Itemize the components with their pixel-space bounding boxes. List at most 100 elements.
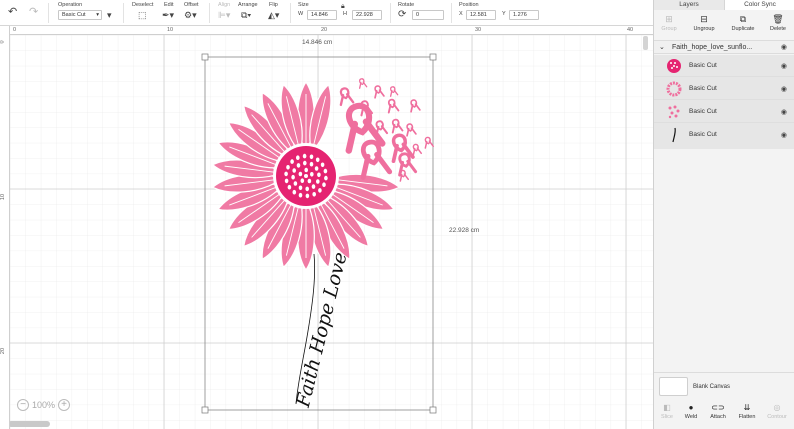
seed-dot <box>298 185 303 191</box>
ruler-label: 30 <box>475 27 482 33</box>
ruler-label: 10 <box>0 193 7 201</box>
position-label: Position <box>459 2 479 8</box>
seed-dot <box>315 157 320 163</box>
layers-panel: Layers Color Sync ⊞ Group ⊟ Ungroup ⧉ Du… <box>653 0 794 429</box>
chevron-down-icon: ▾ <box>96 12 99 18</box>
layer-thumbnail-text <box>672 127 676 143</box>
redo-icon[interactable]: ↷ <box>29 7 38 18</box>
delete-icon: 🗑︎ <box>772 14 784 24</box>
seed-dot <box>314 166 319 171</box>
position-y-input[interactable]: 1.276 <box>509 10 539 20</box>
chevron-down-icon[interactable]: ⌄ <box>659 43 665 51</box>
eye-icon[interactable]: ◉ <box>781 108 787 116</box>
seed-dot <box>290 159 294 164</box>
resize-handle-top-left[interactable] <box>201 53 209 61</box>
ruler-label: 0 <box>13 27 17 33</box>
delete-button[interactable]: 🗑︎ Delete <box>763 14 793 32</box>
operation-label: Operation <box>58 2 83 8</box>
x-prefix: X <box>459 11 463 17</box>
eye-icon[interactable]: ◉ <box>781 43 787 51</box>
attach-button[interactable]: ⊂⊃ Attach <box>705 403 731 420</box>
height-input[interactable]: 22.928 <box>352 10 382 20</box>
seed-dot <box>324 175 328 181</box>
eye-icon[interactable]: ◉ <box>781 131 787 139</box>
height-prefix: H <box>343 11 347 17</box>
resize-handle-bottom-left[interactable] <box>201 406 209 414</box>
seed-dot <box>318 188 322 193</box>
canvas-svg <box>10 35 653 429</box>
layer-thumbnail-petals <box>666 81 682 97</box>
seed-dot <box>320 162 325 168</box>
operation-select[interactable]: Basic Cut ▾ <box>58 10 102 20</box>
width-input[interactable]: 14.846 <box>307 10 337 20</box>
offset-icon[interactable]: ⚙▾ <box>184 11 197 20</box>
seed-dot <box>293 181 298 186</box>
eye-icon[interactable]: ◉ <box>781 62 787 70</box>
ungroup-button[interactable]: ⊟ Ungroup <box>689 14 719 32</box>
layer-group-header[interactable]: ⌄ Faith_hope_love_sunflo... ◉ <box>654 40 794 54</box>
seed-dot <box>292 168 297 173</box>
seed-dot <box>286 165 290 170</box>
seed-dot <box>284 171 288 177</box>
zoom-in-icon[interactable]: + <box>58 399 71 411</box>
tab-layers[interactable]: Layers <box>654 0 724 10</box>
tab-color-sync[interactable]: Color Sync <box>724 0 794 10</box>
deselect-icon[interactable]: ⬚ <box>138 11 147 20</box>
contour-button[interactable]: ◎ Contour <box>764 403 790 420</box>
duplicate-button[interactable]: ⧉ Duplicate <box>728 14 758 32</box>
flip-icon[interactable]: ◭▾ <box>268 11 279 20</box>
blank-canvas-swatch[interactable] <box>659 377 688 396</box>
design-canvas[interactable]: Faith Hope Love 14.846 cm 22.928 cm − 10… <box>0 26 653 429</box>
rotate-input[interactable]: 0 <box>412 10 444 20</box>
seed-dot <box>298 171 303 177</box>
horizontal-scrollbar[interactable] <box>8 421 50 427</box>
y-prefix: Y <box>502 11 506 17</box>
operation-color-icon[interactable]: ▾ <box>107 11 112 20</box>
seed-dot <box>292 189 297 195</box>
height-dimension-label: 22.928 cm <box>449 227 480 234</box>
resize-handle-top-right[interactable] <box>429 53 437 61</box>
blank-canvas-label: Blank Canvas <box>693 384 731 390</box>
vertical-scrollbar[interactable] <box>643 36 648 50</box>
undo-icon[interactable]: ↶ <box>8 7 17 18</box>
seed-dot <box>302 153 307 159</box>
seed-dot <box>311 184 316 189</box>
ruler-label: 20 <box>321 27 328 33</box>
duplicate-icon: ⧉ <box>739 14 747 24</box>
seed-dot <box>296 155 300 160</box>
edit-toolbar: ↶ ↷ Operation Basic Cut ▾ ▾ Deselect ⬚ E… <box>0 0 653 26</box>
group-button[interactable]: ⊞ Group <box>654 14 684 32</box>
weld-button[interactable]: ● Weld <box>678 403 704 420</box>
seed-dot <box>296 163 301 168</box>
slice-icon: ◧ <box>663 403 671 412</box>
rotate-icon[interactable]: ⟳ <box>398 10 406 20</box>
layer-item[interactable]: Basic Cut ◉ <box>654 55 794 77</box>
zoom-out-icon[interactable]: − <box>17 399 29 411</box>
weld-icon: ● <box>688 403 694 412</box>
rotate-label: Rotate <box>398 2 415 8</box>
arrange-icon[interactable]: ⧉▾ <box>241 11 251 20</box>
flatten-button[interactable]: ⇊ Flatten <box>734 403 760 420</box>
vertical-ruler: 0 10 20 <box>0 26 10 429</box>
layer-item[interactable]: Basic Cut ◉ <box>654 78 794 100</box>
resize-handle-bottom-right[interactable] <box>429 406 437 414</box>
flatten-icon: ⇊ <box>743 403 751 412</box>
edit-pen-icon[interactable]: ✒▾ <box>162 11 174 20</box>
blank-canvas-row[interactable]: Blank Canvas <box>654 372 794 400</box>
contour-icon: ◎ <box>773 403 781 412</box>
seed-dot <box>305 193 310 199</box>
zoom-level: 100% <box>32 400 56 410</box>
seed-dot <box>312 192 317 197</box>
seed-dot <box>287 184 292 190</box>
align-label: Align <box>218 2 231 8</box>
seed-dot <box>316 179 320 184</box>
lock-icon[interactable]: 🔒︎ <box>341 2 345 11</box>
flip-label: Flip <box>269 2 278 8</box>
layer-item[interactable]: Basic Cut ◉ <box>654 124 794 146</box>
seed-dot <box>317 172 321 178</box>
layer-item[interactable]: Basic Cut ◉ <box>654 101 794 123</box>
eye-icon[interactable]: ◉ <box>781 85 787 93</box>
position-x-input[interactable]: 12.581 <box>466 10 496 20</box>
slice-button[interactable]: ◧ Slice <box>654 403 680 420</box>
align-icon[interactable]: ⊫▾ <box>218 11 230 20</box>
